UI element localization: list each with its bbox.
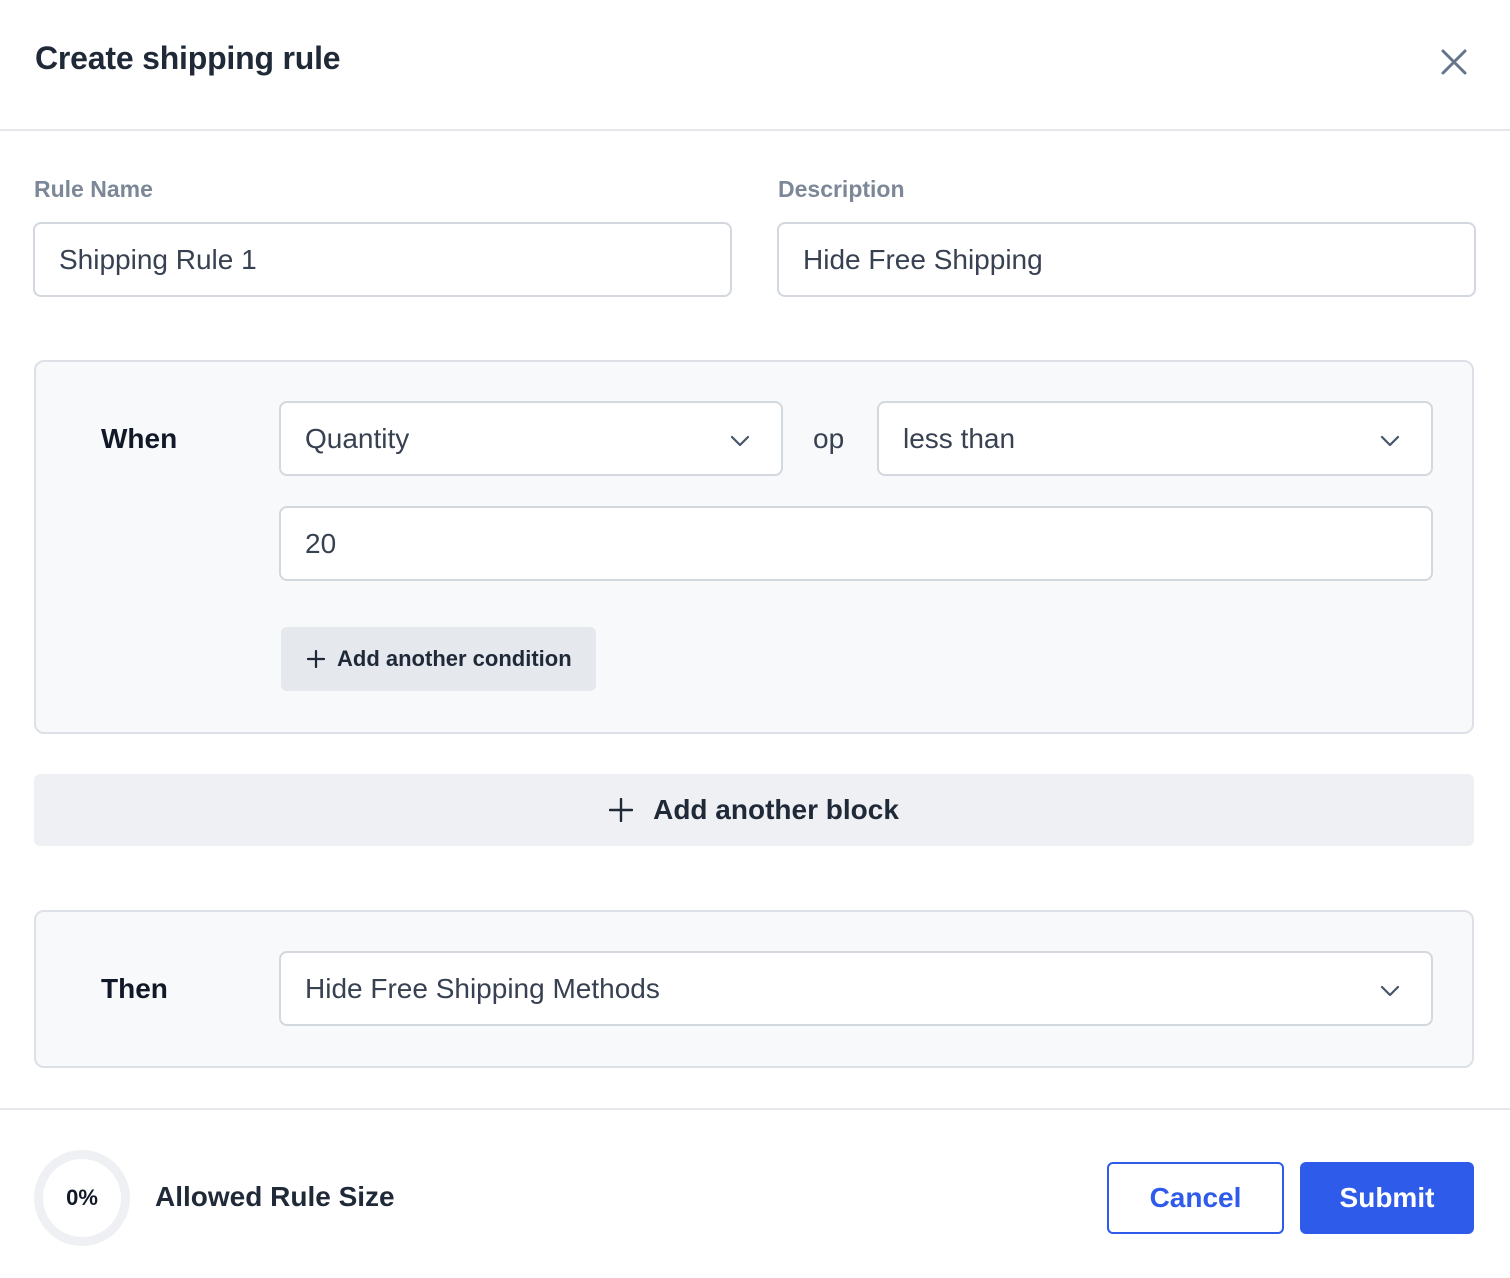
plus-icon bbox=[307, 650, 325, 668]
condition-field-select[interactable]: Quantity bbox=[279, 401, 783, 476]
condition-value-field[interactable]: 20 bbox=[279, 506, 1433, 581]
description-field[interactable]: Hide Free Shipping bbox=[777, 222, 1476, 297]
when-label: When bbox=[101, 423, 178, 454]
add-condition-label: Add another condition bbox=[337, 646, 572, 671]
add-condition-button[interactable]: Add another condition bbox=[281, 627, 596, 691]
description-value: Hide Free Shipping bbox=[803, 243, 1043, 275]
chevron-down-icon bbox=[1380, 985, 1400, 997]
operator-value: less than bbox=[903, 422, 1016, 454]
close-button[interactable] bbox=[1434, 42, 1474, 82]
condition-field-value: Quantity bbox=[305, 422, 410, 454]
plus-icon bbox=[609, 798, 634, 822]
description-label: Description bbox=[778, 176, 905, 202]
cancel-button[interactable]: Cancel bbox=[1107, 1162, 1284, 1234]
operator-select[interactable]: less than bbox=[877, 401, 1433, 476]
submit-button[interactable]: Submit bbox=[1300, 1162, 1474, 1234]
rule-size-percent: 0% bbox=[66, 1185, 98, 1210]
rule-name-label: Rule Name bbox=[34, 176, 153, 202]
action-select[interactable]: Hide Free Shipping Methods bbox=[279, 951, 1433, 1026]
rule-size-progress-ring: 0% bbox=[34, 1150, 130, 1246]
rule-size-label: Allowed Rule Size bbox=[155, 1181, 395, 1212]
page-title: Create shipping rule bbox=[35, 40, 341, 76]
add-block-button[interactable]: Add another block bbox=[34, 774, 1474, 846]
rule-name-field[interactable]: Shipping Rule 1 bbox=[33, 222, 732, 297]
modal-header: Create shipping rule bbox=[0, 0, 1510, 131]
close-icon bbox=[1441, 49, 1467, 75]
chevron-down-icon bbox=[730, 435, 750, 447]
add-block-label: Add another block bbox=[653, 794, 899, 825]
create-shipping-rule-modal: Create shipping rule Rule Name Shipping … bbox=[0, 0, 1510, 1278]
condition-value: 20 bbox=[305, 527, 337, 559]
op-label: op bbox=[813, 423, 845, 454]
action-value: Hide Free Shipping Methods bbox=[305, 972, 660, 1004]
chevron-down-icon bbox=[1380, 435, 1400, 447]
then-label: Then bbox=[101, 973, 168, 1004]
rule-name-value: Shipping Rule 1 bbox=[59, 243, 257, 275]
